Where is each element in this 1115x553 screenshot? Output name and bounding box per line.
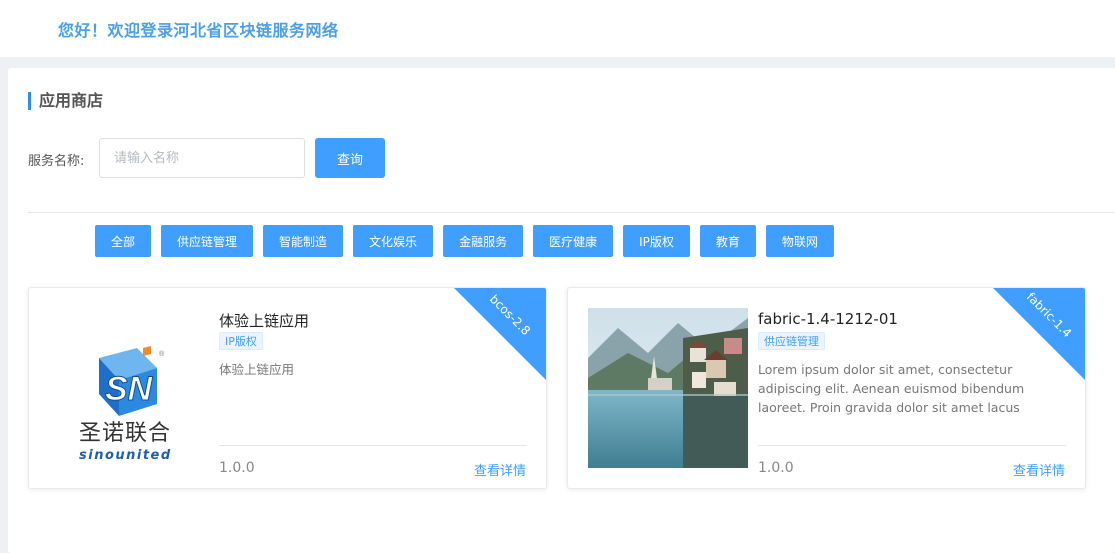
divider [28,212,1115,213]
category-culture-entertainment[interactable]: 文化娱乐 [353,225,434,257]
category-tag: 供应链管理 [758,332,825,350]
category-financial-services[interactable]: 金融服务 [443,225,524,257]
card-version: 1.0.0 [758,460,794,476]
card-description: Lorem ipsum dolor sit amet, consectetur … [758,362,1025,415]
card-title: 体验上链应用 [219,312,310,330]
card-divider [219,445,527,446]
card-title: fabric-1.4-1212-01 [758,310,898,328]
search-input[interactable] [99,138,305,178]
category-all[interactable]: 全部 [95,225,152,257]
main-panel: 应用商店 服务名称: 查询 全部 供应链管理 智能制造 文化娱乐 金融服务 医疗… [8,68,1115,553]
app-card[interactable]: bcos-2.8 SN ® 圣诺联合 sinounited 体验上链应用 IP版… [28,287,547,489]
category-healthcare[interactable]: 医疗健康 [533,225,614,257]
category-ip-copyright[interactable]: IP版权 [623,225,690,257]
svg-text:圣诺联合: 圣诺联合 [79,421,171,446]
search-label: 服务名称: [28,154,85,169]
category-tag: IP版权 [219,332,263,350]
sinounited-logo-icon: SN ® 圣诺联合 sinounited [79,346,172,463]
card-description: 体验上链应用 [219,362,295,377]
category-filter: 全部 供应链管理 智能制造 文化娱乐 金融服务 医疗健康 IP版权 教育 物联网 [95,225,834,257]
search-button[interactable]: 查询 [315,138,385,178]
page-title: 应用商店 [28,92,103,110]
svg-text:sinounited: sinounited [79,448,172,463]
top-bar: 您好！欢迎登录河北省区块链服务网络 [0,0,1115,57]
category-smart-manufacturing[interactable]: 智能制造 [263,225,344,257]
app-card[interactable]: fabric-1.4 fabric-1.4-1212-01 供应链管理 Lore… [567,287,1086,489]
category-supply-chain[interactable]: 供应链管理 [161,225,254,257]
app-photo [588,308,748,468]
view-details-link[interactable]: 查看详情 [1013,460,1065,479]
category-education[interactable]: 教育 [699,225,756,257]
card-divider [758,445,1066,446]
app-logo: SN ® 圣诺联合 sinounited [59,308,219,468]
welcome-text: 您好！欢迎登录河北省区块链服务网络 [58,21,339,40]
svg-text:®: ® [159,350,165,358]
category-iot[interactable]: 物联网 [765,225,834,257]
view-details-link[interactable]: 查看详情 [474,460,526,479]
svg-text:SN: SN [105,370,154,408]
lake-village-image-icon [588,308,748,468]
card-version: 1.0.0 [219,460,255,476]
